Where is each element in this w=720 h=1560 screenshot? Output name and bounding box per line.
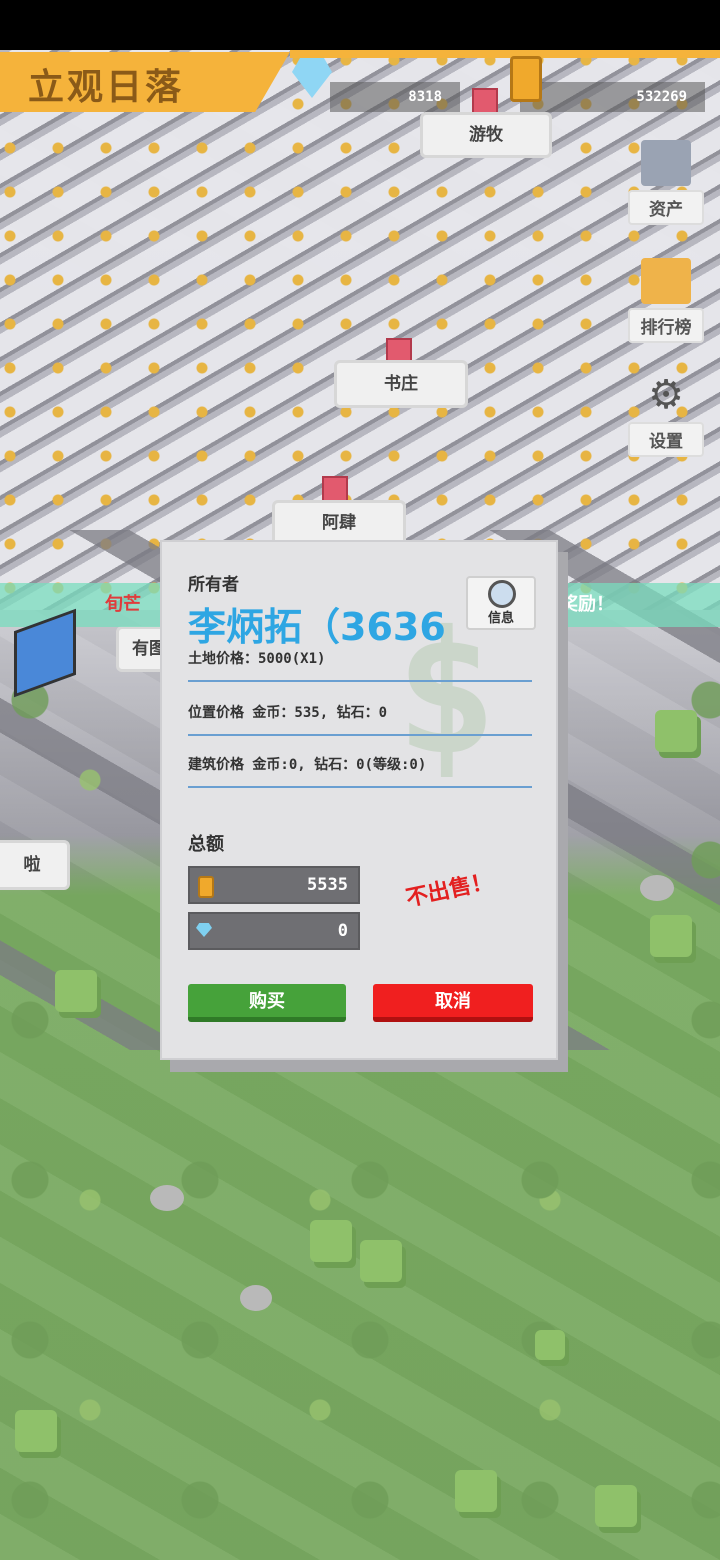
tree <box>310 1220 352 1262</box>
tree <box>360 1240 402 1282</box>
total-coins-box: 5535 <box>188 866 360 904</box>
total-diamonds-value: 0 <box>337 921 348 941</box>
trophy-icon <box>641 258 691 304</box>
tree <box>455 1470 497 1512</box>
owner-label: 所有者 <box>188 575 239 595</box>
total-label: 总额 <box>188 834 224 855</box>
info-label: 信息 <box>487 611 514 626</box>
diamond-icon <box>196 923 212 937</box>
coin-icon <box>510 56 542 102</box>
location-price-text: 位置价格 金币：535, 钻石：0 <box>188 705 388 721</box>
assets-icon <box>641 140 691 186</box>
divider <box>188 680 532 682</box>
tree <box>595 1485 637 1527</box>
ranking-button[interactable]: 排行榜 <box>628 258 704 343</box>
total-diamonds-box: 0 <box>188 912 360 950</box>
cancel-button[interactable]: 取消 <box>373 984 533 1022</box>
coin-counter: 532269 <box>520 82 705 112</box>
settings-label: 设置 <box>628 422 704 457</box>
map-bubble[interactable]: 啦 <box>0 840 70 890</box>
buy-button[interactable]: 购买 <box>188 984 346 1022</box>
total-coins-value: 5535 <box>307 875 348 895</box>
assets-label: 资产 <box>628 190 704 225</box>
rock <box>640 875 674 901</box>
gift-icon[interactable] <box>472 88 498 114</box>
divider <box>188 734 532 736</box>
info-button[interactable]: 信息 <box>466 576 536 630</box>
tree <box>650 915 692 957</box>
magnifier-icon <box>488 580 516 608</box>
ranking-label: 排行榜 <box>628 308 704 343</box>
gift-icon[interactable] <box>322 476 348 502</box>
coin-icon <box>198 876 214 898</box>
ticker-text-left: 旬芒 <box>105 594 141 615</box>
ticker-text-right: 奖励！ <box>560 594 614 615</box>
rock <box>240 1285 272 1311</box>
building-price-text: 建筑价格 金币:0, 钻石：0(等级:0) <box>188 757 427 773</box>
tree <box>655 710 697 752</box>
game-title: 立观日落 <box>28 67 185 108</box>
gear-icon: ⚙ <box>648 372 684 418</box>
tree <box>55 970 97 1012</box>
land-price-text: 土地价格：5000(X1) <box>188 651 326 667</box>
tree <box>535 1330 565 1360</box>
status-bar <box>0 0 720 50</box>
map-bubble[interactable]: 游牧 <box>420 112 552 158</box>
divider <box>188 786 532 788</box>
assets-button[interactable]: 资产 <box>628 140 704 225</box>
title-banner-stripe <box>290 50 720 58</box>
owner-name: 李炳拓（3636 <box>188 605 446 649</box>
settings-button[interactable]: ⚙ 设置 <box>628 372 704 457</box>
tree <box>15 1410 57 1452</box>
rock <box>150 1185 184 1211</box>
diamond-counter: 8318 <box>330 82 460 112</box>
map-bubble[interactable]: 书庄 <box>334 360 468 408</box>
